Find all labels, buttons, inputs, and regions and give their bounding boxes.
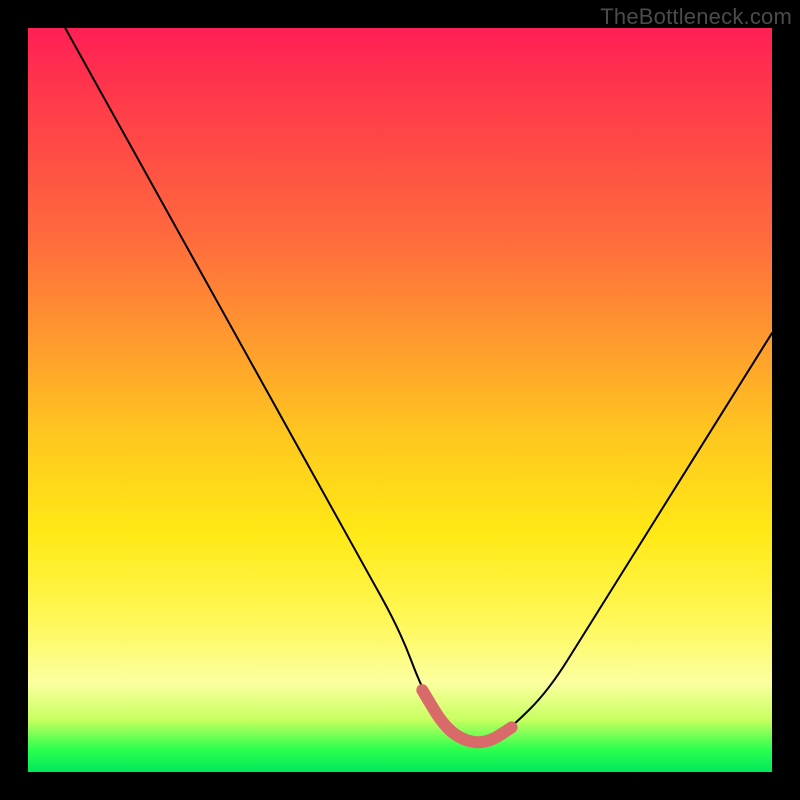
curve-path — [65, 28, 772, 742]
chart-frame: TheBottleneck.com — [0, 0, 800, 800]
watermark-text: TheBottleneck.com — [600, 4, 792, 30]
valley-highlight-path — [422, 690, 511, 742]
plot-area — [28, 28, 772, 772]
chart-svg — [28, 28, 772, 772]
